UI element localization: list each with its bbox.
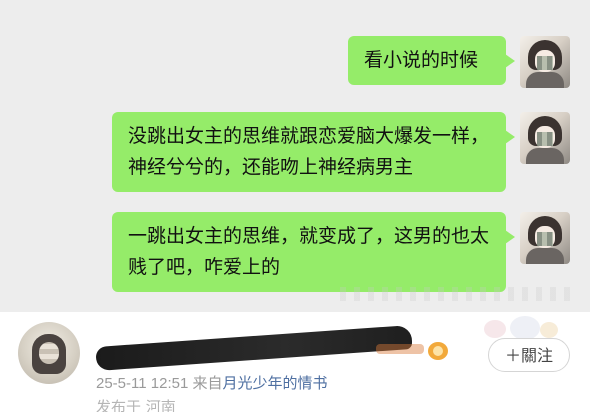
chat-screenshot: 看小说的时候 没跳出女主的思维就跟恋爱脑大爆发一样，神经兮兮的，还能吻上神经病男… [0,0,590,312]
source-prefix: 来自 [192,375,223,392]
post-location: 发布于 河南 [96,398,176,412]
follow-button[interactable]: ＋關注 [488,338,570,372]
message-bubble: 一跳出女主的思维，就变成了，这男的也太贱了吧，咋爱上的 [112,212,515,292]
message-row: 看小说的时候 [348,36,570,88]
redacted-nickname [96,324,424,372]
post-meta: 25-5-11 12:51 来自月光少年的情书 [96,372,328,393]
sender-avatar [520,112,570,164]
source-link[interactable]: 月光少年的情书 [222,375,327,392]
sender-avatar [520,36,570,88]
message-row: 没跳出女主的思维就跟恋爱脑大爆发一样，神经兮兮的，还能吻上神经病男主 [112,112,570,192]
post-timestamp: 25-5-11 12:51 [96,375,189,392]
message-row: 一跳出女主的思维，就变成了，这男的也太贱了吧，咋爱上的 [112,212,570,292]
badge-icon [428,342,448,360]
message-bubble: 看小说的时候 [348,36,515,85]
watermark [340,287,570,301]
message-bubble: 没跳出女主的思维就跟恋爱脑大爆发一样，神经兮兮的，还能吻上神经病男主 [112,112,515,192]
post-header: 25-5-11 12:51 来自月光少年的情书 发布于 河南 ＋關注 [0,312,590,412]
sender-avatar [520,212,570,264]
poster-avatar[interactable] [18,322,80,384]
